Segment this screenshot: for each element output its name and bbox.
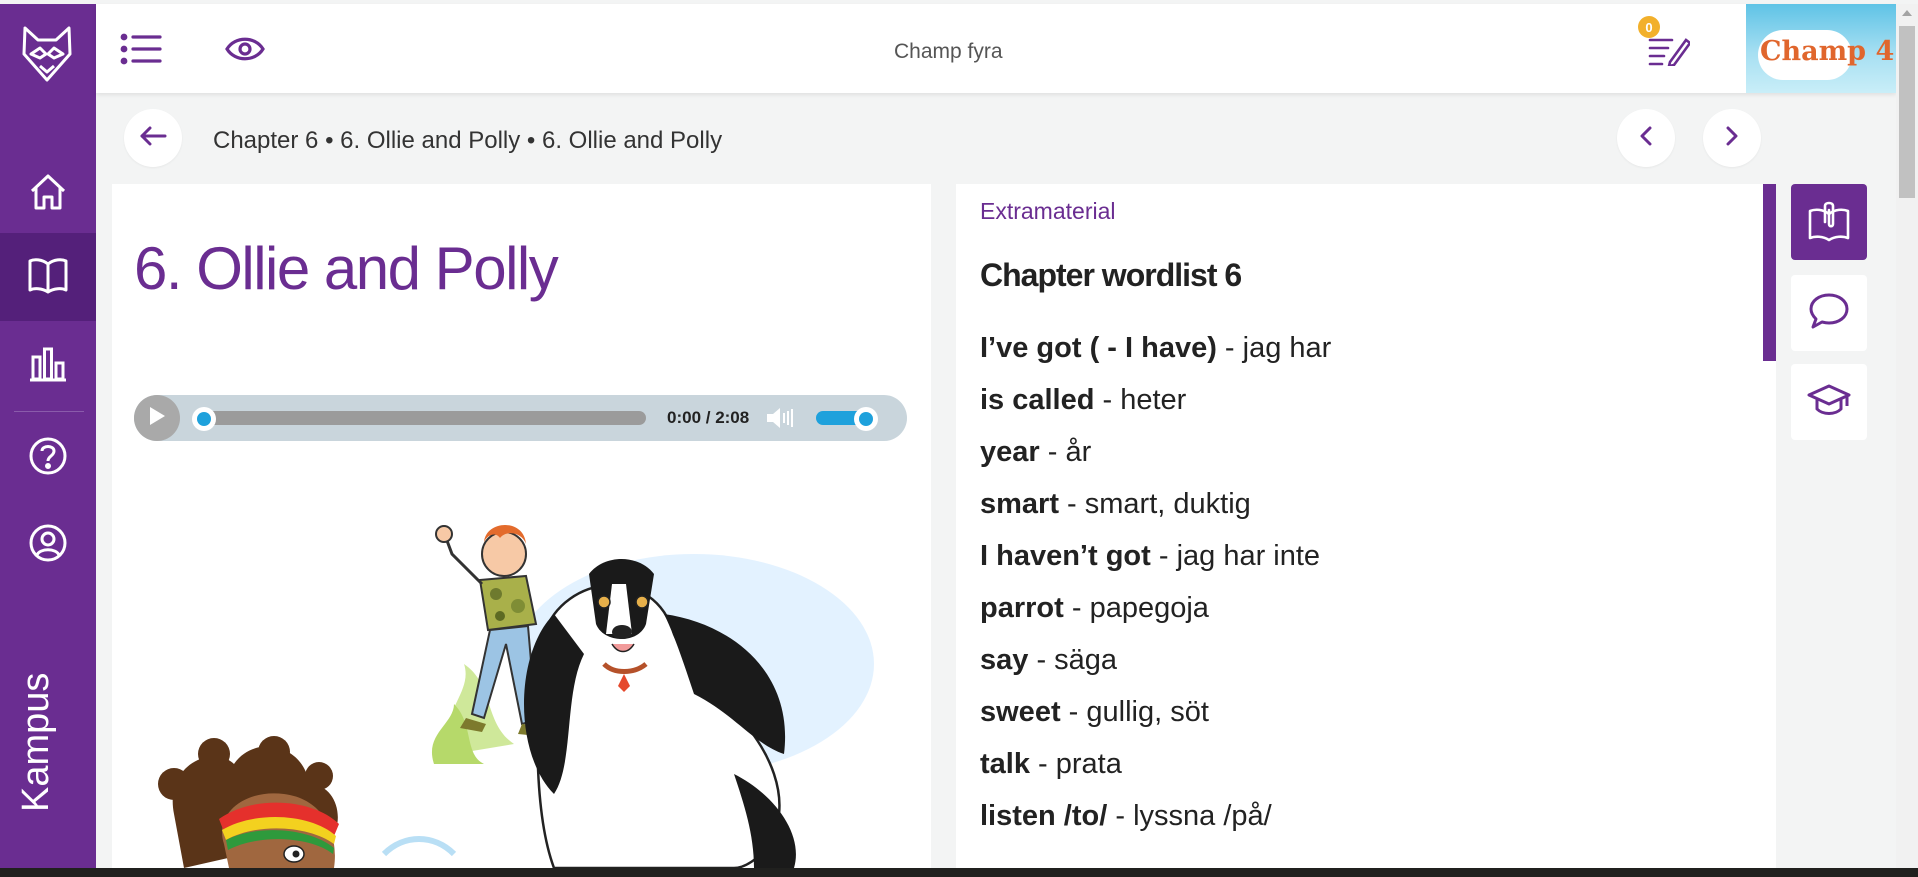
sidebar-item-statistics[interactable] xyxy=(0,321,96,409)
home-icon xyxy=(28,172,68,217)
help-icon xyxy=(28,436,68,481)
extramaterial-panel: Extramaterial Chapter wordlist 6 I’ve go… xyxy=(956,184,1776,868)
page-title-bar: Champ fyra xyxy=(894,40,1003,63)
chat-icon xyxy=(1808,291,1850,336)
chevron-right-icon xyxy=(1725,125,1739,152)
word-swedish: - heter xyxy=(1094,384,1187,416)
breadcrumb: Chapter 6 • 6. Ollie and Polly • 6. Olli… xyxy=(213,127,723,154)
top-bar: Champ fyra 0 Champ 4 xyxy=(96,4,1896,93)
user-icon xyxy=(28,523,68,568)
wordlist-item: listen /to/ - lyssna /på/ xyxy=(980,800,1331,852)
word-swedish: - gullig, söt xyxy=(1060,696,1209,728)
chapter-illustration xyxy=(134,514,894,868)
wordlist: I’ve got ( - I have) - jag har is called… xyxy=(980,332,1331,852)
word-english: sweet xyxy=(980,696,1061,728)
fox-logo-icon[interactable] xyxy=(20,24,74,84)
play-icon xyxy=(148,406,166,431)
sidebar-divider xyxy=(14,411,84,412)
wordlist-item: parrot - papegoja xyxy=(980,592,1331,644)
word-english: parrot xyxy=(980,592,1064,624)
page-scrollbar[interactable] xyxy=(1896,4,1918,868)
wordlist-item: talk - prata xyxy=(980,748,1331,800)
chapter-title: 6. Ollie and Polly xyxy=(134,235,559,302)
back-button[interactable] xyxy=(124,109,182,167)
word-swedish: - papegoja xyxy=(1063,592,1209,624)
word-english: listen /to/ xyxy=(980,800,1108,832)
wordlist-item: smart - smart, duktig xyxy=(980,488,1331,540)
active-panel-indicator xyxy=(1763,184,1776,361)
word-english: smart xyxy=(980,488,1059,520)
sidebar-item-home[interactable] xyxy=(0,150,96,238)
word-swedish: - säga xyxy=(1028,644,1118,676)
sidebar-item-profile[interactable] xyxy=(0,501,96,589)
word-swedish: - jag har inte xyxy=(1150,540,1321,572)
word-swedish: - lyssna /på/ xyxy=(1107,800,1272,832)
word-english: say xyxy=(980,644,1029,676)
extramaterial-tool-button[interactable] xyxy=(1791,184,1867,260)
word-swedish: - smart, duktig xyxy=(1059,488,1251,520)
kampus-logo: Kampus xyxy=(15,644,80,824)
wordlist-item: I haven’t got - jag har inte xyxy=(980,540,1331,592)
sidebar-item-books[interactable] xyxy=(0,233,96,321)
notification-badge: 0 xyxy=(1638,16,1660,38)
taskbar-strip xyxy=(0,868,1918,877)
book-clip-icon xyxy=(1807,198,1851,247)
extramaterial-label: Extramaterial xyxy=(980,198,1116,224)
scroll-up-icon[interactable] xyxy=(1902,10,1912,16)
wordlist-item: say - säga xyxy=(980,644,1331,696)
audio-seek-bar[interactable] xyxy=(196,411,646,425)
chevron-left-icon xyxy=(1639,125,1653,152)
sidebar: Kampus xyxy=(0,4,96,868)
eye-icon[interactable] xyxy=(222,26,268,72)
audio-time: 0:00 / 2:08 xyxy=(667,408,750,427)
word-english: I haven’t got xyxy=(980,540,1151,572)
course-tool-button[interactable] xyxy=(1791,364,1867,440)
word-swedish: - prata xyxy=(1029,748,1122,780)
word-english: I’ve got ( - I have) xyxy=(980,332,1217,364)
word-swedish: - år xyxy=(1039,436,1092,468)
sidebar-item-help[interactable] xyxy=(0,414,96,502)
wordlist-item: is called - heter xyxy=(980,384,1331,436)
chapter-content-panel: 6. Ollie and Polly 0:00 / 2:08 xyxy=(112,184,931,868)
list-icon[interactable] xyxy=(118,26,164,72)
kampus-logo-text: Kampus xyxy=(16,673,57,812)
book-cover-thumbnail[interactable]: Champ 4 xyxy=(1746,4,1896,93)
scrollbar-thumb[interactable] xyxy=(1899,26,1915,198)
graduation-cap-icon xyxy=(1807,382,1851,423)
next-page-button[interactable] xyxy=(1703,109,1761,167)
word-english: talk xyxy=(980,748,1030,780)
book-cover-title: Champ 4 xyxy=(1760,36,1895,67)
app-window: Kampus Champ fyra 0 Champ 4 Chapter 6 • … xyxy=(0,0,1918,877)
word-english: year xyxy=(980,436,1040,468)
bar-chart-icon xyxy=(28,343,68,388)
play-button[interactable] xyxy=(134,395,180,441)
comments-tool-button[interactable] xyxy=(1791,275,1867,351)
wordlist-title: Chapter wordlist 6 xyxy=(980,257,1242,293)
volume-icon[interactable] xyxy=(766,407,796,429)
word-english: is called xyxy=(980,384,1095,416)
previous-page-button[interactable] xyxy=(1617,109,1675,167)
wordlist-item: I’ve got ( - I have) - jag har xyxy=(980,332,1331,384)
arrow-left-icon xyxy=(139,125,167,152)
audio-seek-handle[interactable] xyxy=(192,407,216,431)
wordlist-item: sweet - gullig, söt xyxy=(980,696,1331,748)
wordlist-item: year - år xyxy=(980,436,1331,488)
word-swedish: - jag har xyxy=(1216,332,1332,364)
volume-handle[interactable] xyxy=(854,407,878,431)
book-icon xyxy=(27,255,69,300)
audio-player: 0:00 / 2:08 xyxy=(134,395,907,441)
